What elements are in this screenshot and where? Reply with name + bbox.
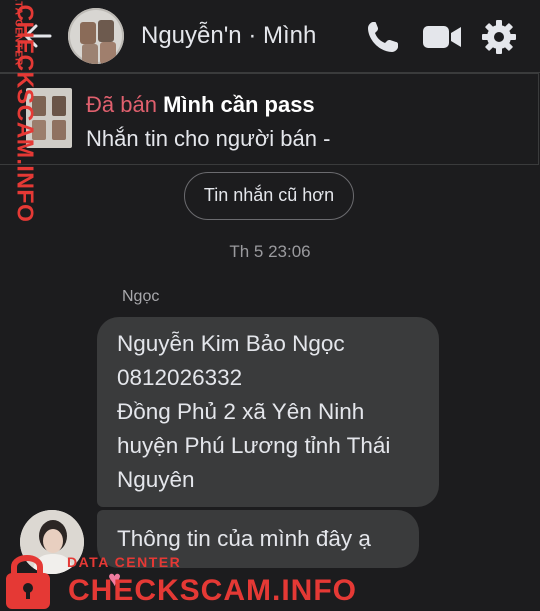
older-messages-button[interactable]: Tin nhắn cũ hơn (184, 172, 354, 220)
message-line: huyện Phú Lương tỉnh Thái (117, 433, 391, 458)
watermark-brand-vertical: CHECKSCAM.INFO (12, 4, 39, 223)
listing-sold-status: Đã bán (86, 92, 157, 117)
marketplace-listing-card[interactable]: Đã bán Mình cần pass Nhắn tin cho người … (0, 73, 539, 165)
message-bubble[interactable]: Nguyễn Kim Bảo Ngọc 0812026332 Đồng Phủ … (97, 317, 439, 507)
contact-avatar[interactable] (68, 8, 124, 64)
contact-name[interactable]: Nguyễn'n · Mình (141, 22, 316, 50)
message-line: 0812026332 (117, 365, 243, 390)
listing-subtitle: Nhắn tin cho người bán - (86, 126, 331, 151)
message-line: Nguyên (117, 467, 195, 492)
sender-name: Ngọc (122, 288, 160, 305)
listing-heading: Đã bán Mình cần pass (86, 92, 315, 118)
watermark-tagline: DATA CENTER (67, 554, 182, 570)
chat-header: Nguyễn'n · Mình (0, 0, 540, 73)
settings-gear-icon[interactable] (480, 18, 518, 56)
message-timestamp: Th 5 23:06 (229, 242, 311, 261)
video-call-icon[interactable] (421, 18, 463, 56)
phone-call-icon[interactable] (364, 18, 402, 56)
listing-title: Mình cần pass (163, 92, 315, 117)
watermark-brand: CHECKSCAM.INFO (68, 574, 357, 607)
message-line: Nguyễn Kim Bảo Ngọc (117, 331, 345, 356)
message-line: Đồng Phủ 2 xã Yên Ninh (117, 399, 365, 424)
